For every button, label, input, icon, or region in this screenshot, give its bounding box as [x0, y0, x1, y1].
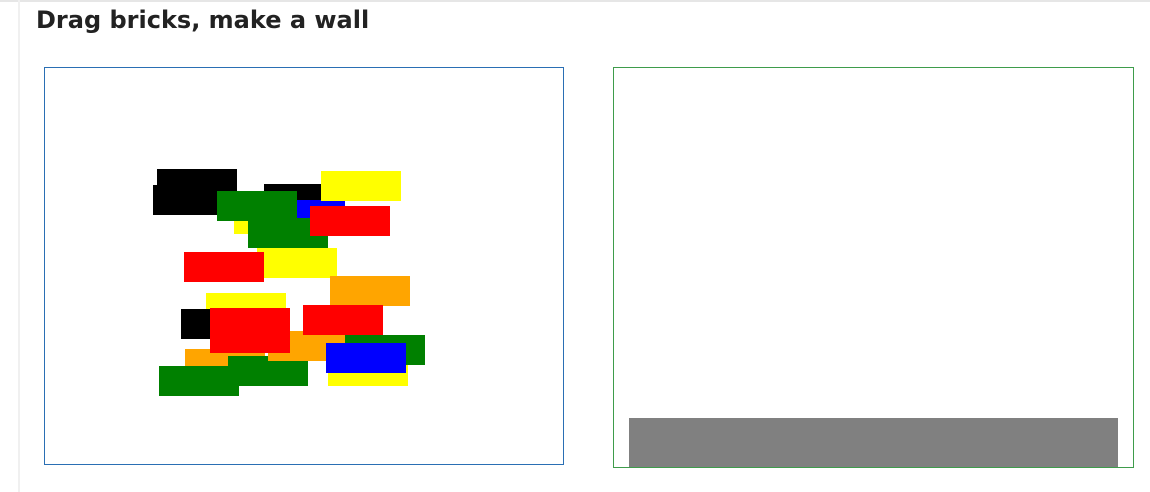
top-divider [0, 0, 1150, 2]
brick-red[interactable] [210, 323, 290, 353]
brick-red[interactable] [303, 305, 383, 335]
brick-blue[interactable] [326, 343, 406, 373]
brick-yellow[interactable] [321, 171, 401, 201]
brick-pile-canvas[interactable] [44, 67, 564, 465]
wall-ground [629, 418, 1118, 467]
brick-red[interactable] [184, 252, 264, 282]
brick-yellow[interactable] [257, 248, 337, 278]
brick-green[interactable] [217, 191, 297, 221]
brick-red[interactable] [310, 206, 390, 236]
left-divider [18, 0, 20, 492]
wall-canvas[interactable] [613, 67, 1134, 468]
brick-orange[interactable] [330, 276, 410, 306]
brick-green[interactable] [159, 366, 239, 396]
page-title: Drag bricks, make a wall [36, 6, 370, 34]
